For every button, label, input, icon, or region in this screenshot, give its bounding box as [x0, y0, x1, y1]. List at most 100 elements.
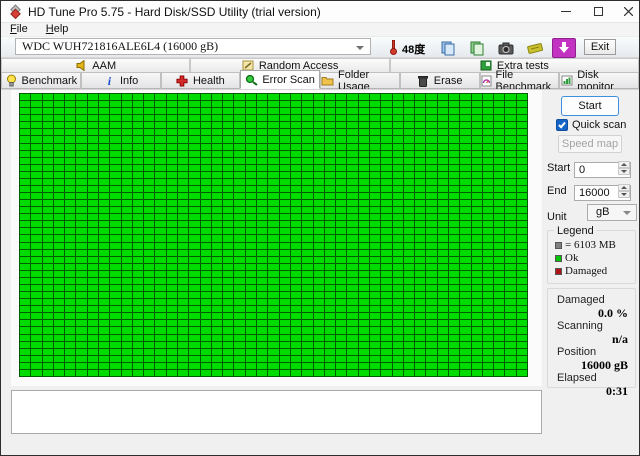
scan-block-ok [43, 214, 53, 220]
scan-block-ok [155, 186, 165, 192]
tab-folder-usage[interactable]: Folder Usage [320, 72, 400, 89]
scan-block-ok [88, 158, 98, 164]
exit-button[interactable]: Exit [584, 39, 616, 55]
tab-benchmark[interactable]: Benchmark [1, 72, 81, 89]
scan-block-ok [246, 151, 256, 157]
scan-block-ok [212, 278, 222, 284]
save-button[interactable] [465, 38, 489, 58]
spin-down-button[interactable] [618, 191, 630, 198]
scan-block-ok [110, 122, 120, 128]
scan-block-ok [268, 278, 278, 284]
scan-block-ok [347, 235, 357, 241]
scan-block-ok [212, 370, 222, 376]
start-position-stepper[interactable] [618, 161, 630, 175]
spin-down-button[interactable] [618, 168, 630, 175]
minimize-icon [561, 11, 571, 12]
scan-block-ok [133, 271, 143, 277]
scan-block-ok [31, 271, 41, 277]
end-position-stepper[interactable] [618, 184, 630, 198]
tab-info[interactable]: i Info [81, 72, 161, 89]
scan-block-ok [122, 129, 132, 135]
speed-map-button[interactable]: Speed map [558, 135, 622, 153]
scan-block-ok [31, 264, 41, 270]
scan-block-ok [370, 115, 380, 121]
scan-block-ok [122, 257, 132, 263]
scan-block-ok [88, 342, 98, 348]
scan-block-ok [223, 264, 233, 270]
maximize-button[interactable] [583, 1, 613, 22]
spin-up-button[interactable] [618, 161, 630, 168]
scan-block-ok [76, 207, 86, 213]
scan-block-ok [133, 151, 143, 157]
scan-block-ok [189, 285, 199, 291]
quick-scan-checkbox[interactable] [556, 119, 568, 131]
scan-block-ok [336, 101, 346, 107]
scan-block-ok [223, 349, 233, 355]
scan-block-ok [438, 356, 448, 362]
menu-help[interactable]: Help [37, 23, 78, 36]
menu-file[interactable]: File [1, 23, 37, 36]
scan-block-ok [404, 108, 414, 114]
scan-block-ok [359, 136, 369, 142]
scan-block-ok [336, 363, 346, 369]
scan-block-ok [167, 207, 177, 213]
tab-aam[interactable]: AAM [1, 58, 190, 72]
scan-block-ok [201, 186, 211, 192]
scan-block-ok [212, 342, 222, 348]
scan-block-ok [178, 228, 188, 234]
scan-block-ok [517, 299, 527, 305]
scan-block-ok [517, 243, 527, 249]
scan-block-ok [31, 122, 41, 128]
scan-block-ok [189, 165, 199, 171]
scan-block-ok [415, 235, 425, 241]
scan-block-ok [472, 221, 482, 227]
scan-block-ok [133, 108, 143, 114]
scan-block-ok [460, 158, 470, 164]
scan-block-ok [314, 342, 324, 348]
scan-block-ok [449, 172, 459, 178]
tab-disk-monitor[interactable]: Disk monitor [559, 72, 639, 89]
start-scan-button[interactable]: Start [561, 96, 619, 116]
scan-block-ok [99, 299, 109, 305]
folder-icon [321, 75, 334, 87]
scan-block-ok [426, 228, 436, 234]
scan-block-ok [347, 243, 357, 249]
scan-block-ok [393, 342, 403, 348]
chart-icon [560, 75, 573, 87]
screenshot-button[interactable] [494, 38, 518, 58]
scan-block-ok [133, 243, 143, 249]
scan-block-ok [438, 250, 448, 256]
scan-block-ok [393, 299, 403, 305]
scan-block-ok [99, 271, 109, 277]
scan-block-ok [234, 207, 244, 213]
scan-block-ok [122, 264, 132, 270]
scan-block-ok [234, 221, 244, 227]
tab-file-benchmark[interactable]: File Benchmark [480, 72, 560, 89]
scan-block-ok [291, 122, 301, 128]
scan-block-ok [280, 214, 290, 220]
scan-block-ok [155, 144, 165, 150]
scan-block-ok [178, 179, 188, 185]
tab-error-scan[interactable]: Error Scan [240, 70, 320, 89]
quick-scan-option[interactable]: Quick scan [556, 119, 626, 131]
close-button[interactable] [613, 1, 640, 22]
scan-block-ok [336, 250, 346, 256]
spin-up-button[interactable] [618, 184, 630, 191]
register-button[interactable] [523, 38, 547, 58]
scan-block-ok [201, 151, 211, 157]
drive-selector[interactable]: WDC WUH721816ALE6L4 (16000 gB) [15, 38, 371, 55]
scan-block-ok [144, 122, 154, 128]
tab-erase[interactable]: Erase [400, 72, 480, 89]
scan-block-ok [54, 165, 64, 171]
scan-block-ok [449, 356, 459, 362]
minimize-button[interactable] [551, 1, 581, 22]
update-button[interactable] [552, 38, 576, 58]
scan-block-ok [438, 193, 448, 199]
unit-dropdown[interactable]: gB [587, 204, 637, 221]
scan-block-ok [133, 370, 143, 376]
scan-block-ok [31, 193, 41, 199]
tab-health[interactable]: Health [161, 72, 241, 89]
scan-block-ok [483, 235, 493, 241]
scan-block-ok [212, 271, 222, 277]
copy-button[interactable] [436, 38, 460, 58]
